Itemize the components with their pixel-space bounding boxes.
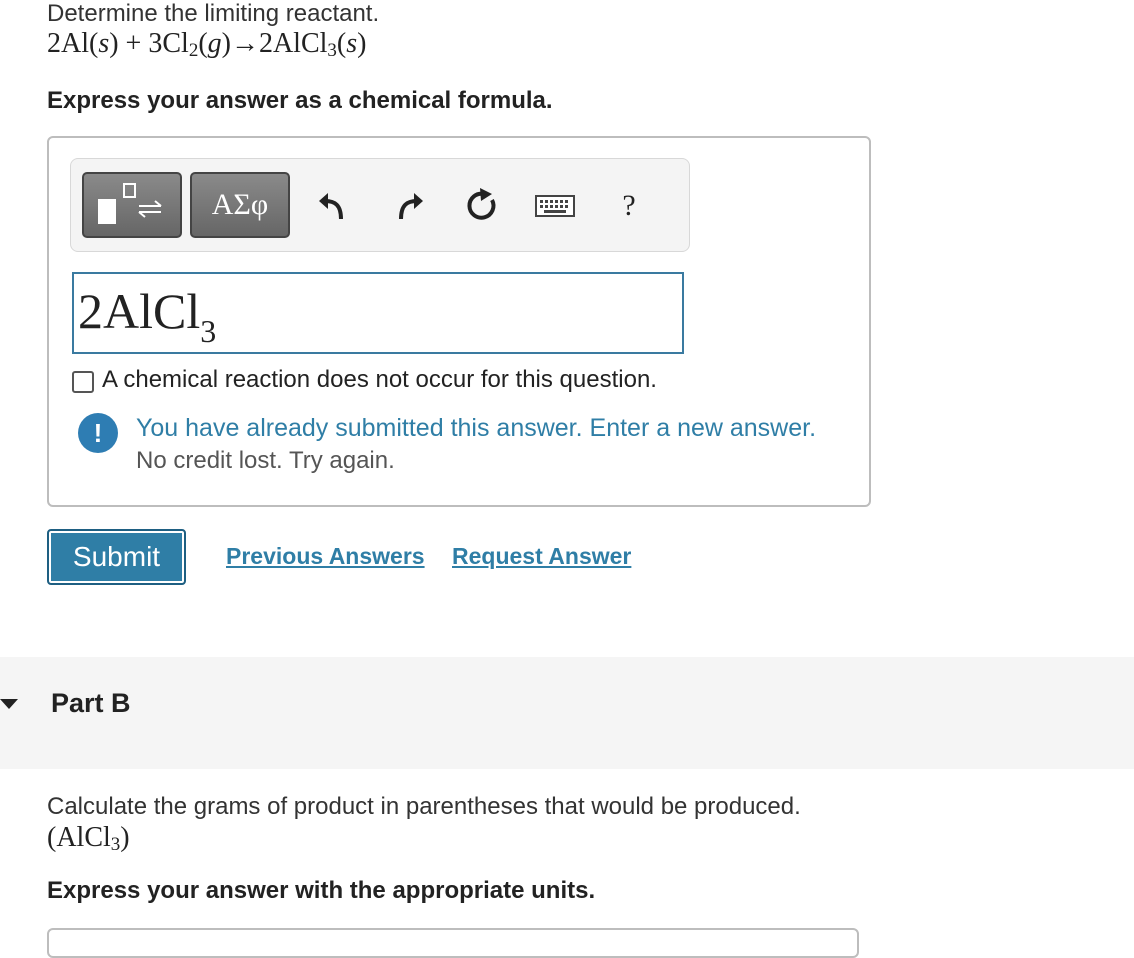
part-b-answer-container xyxy=(47,928,859,958)
keyboard-button[interactable] xyxy=(535,186,575,226)
reset-button[interactable] xyxy=(462,186,502,226)
request-answer-link[interactable]: Request Answer xyxy=(452,543,631,570)
undo-icon xyxy=(319,193,343,220)
submit-button[interactable]: Submit xyxy=(47,529,186,585)
instruction-text: Express your answer as a chemical formul… xyxy=(47,87,553,114)
collapse-arrow-icon[interactable] xyxy=(0,699,18,709)
no-reaction-checkbox[interactable] xyxy=(72,371,94,393)
part-b-header[interactable] xyxy=(0,657,1134,769)
keyboard-icon xyxy=(535,195,575,217)
no-reaction-label: A chemical reaction does not occur for t… xyxy=(102,366,657,393)
template-icon xyxy=(98,183,162,224)
previous-answers-link[interactable]: Previous Answers xyxy=(226,543,425,570)
feedback-message: You have already submitted this answer. … xyxy=(136,414,817,442)
undo-button[interactable] xyxy=(312,186,352,226)
part-b-question: Calculate the grams of product in parent… xyxy=(47,793,801,820)
answer-value: 2AlCl3 xyxy=(78,283,217,349)
help-icon: ? xyxy=(622,189,636,222)
greek-symbols-button[interactable]: ΑΣφ xyxy=(190,172,290,238)
feedback-note: No credit lost. Try again. xyxy=(136,447,395,474)
redo-icon xyxy=(399,193,423,220)
help-button[interactable]: ? xyxy=(609,186,649,226)
redo-button[interactable] xyxy=(390,186,430,226)
question-text: Determine the limiting reactant. xyxy=(47,0,380,27)
feedback-info-icon: ! xyxy=(78,413,118,453)
templates-button[interactable] xyxy=(82,172,182,238)
reaction-equation: 2Al(s) + 3Cl2(g)→2AlCl3(s) xyxy=(47,28,367,61)
part-b-formula: (AlCl3) xyxy=(47,822,130,855)
reset-icon xyxy=(467,188,496,220)
part-b-title: Part B xyxy=(51,688,131,718)
part-b-instruction: Express your answer with the appropriate… xyxy=(47,877,596,904)
